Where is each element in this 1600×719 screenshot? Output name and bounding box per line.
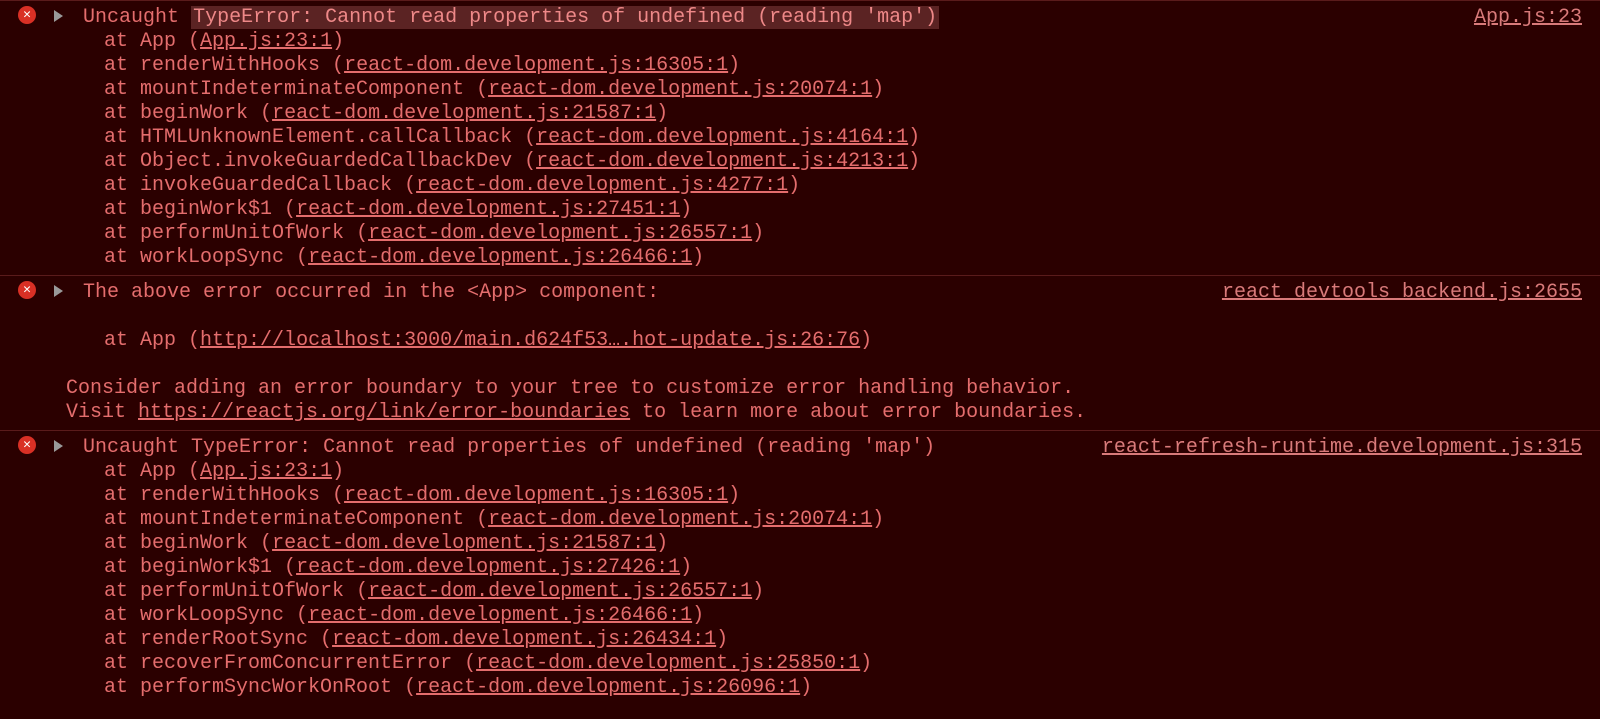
stack-location-link[interactable]: react-dom.development.js:4213:1 — [536, 150, 908, 173]
stack-location-link[interactable]: react-dom.development.js:26557:1 — [368, 222, 752, 245]
error-hint: Visit https://reactjs.org/link/error-bou… — [18, 401, 1582, 425]
stack-frame: at mountIndeterminateComponent (react-do… — [104, 78, 1582, 102]
stack-location-link[interactable]: react-dom.development.js:27426:1 — [296, 556, 680, 579]
stack-frame: at HTMLUnknownElement.callCallback (reac… — [104, 126, 1582, 150]
stack-trace: at App (App.js:23:1) at renderWithHooks … — [18, 30, 1582, 270]
stack-location-link[interactable]: react-dom.development.js:21587:1 — [272, 102, 656, 125]
stack-frame: at invokeGuardedCallback (react-dom.deve… — [104, 174, 1582, 198]
stack-location-link[interactable]: react-dom.development.js:26557:1 — [368, 580, 752, 603]
error-message: Uncaught TypeError: Cannot read properti… — [83, 436, 935, 459]
stack-location-link[interactable]: http://localhost:3000/main.d624f53….hot-… — [200, 329, 860, 352]
stack-frame: at App (App.js:23:1) — [104, 30, 1582, 54]
stack-frame: at renderWithHooks (react-dom.developmen… — [104, 54, 1582, 78]
stack-frame: at recoverFromConcurrentError (react-dom… — [104, 652, 1582, 676]
source-link[interactable]: react-refresh-runtime.development.js:315 — [1102, 436, 1582, 460]
stack-frame: at workLoopSync (react-dom.development.j… — [104, 604, 1582, 628]
console-error-entry: App.js:23 ✕ Uncaught TypeError: Cannot r… — [0, 0, 1600, 275]
error-icon: ✕ — [18, 281, 36, 299]
stack-frame: at beginWork (react-dom.development.js:2… — [104, 102, 1582, 126]
stack-frame: at performSyncWorkOnRoot (react-dom.deve… — [104, 676, 1582, 700]
stack-location-link[interactable]: react-dom.development.js:21587:1 — [272, 532, 656, 555]
stack-location-link[interactable]: react-dom.development.js:4164:1 — [536, 126, 908, 149]
error-message: Uncaught TypeError: Cannot read properti… — [83, 6, 939, 29]
stack-location-link[interactable]: react-dom.development.js:26434:1 — [332, 628, 716, 651]
stack-frame: at beginWork$1 (react-dom.development.js… — [104, 198, 1582, 222]
stack-location-link[interactable]: react-dom.development.js:16305:1 — [344, 54, 728, 77]
error-icon: ✕ — [18, 436, 36, 454]
stack-location-link[interactable]: react-dom.development.js:26466:1 — [308, 246, 692, 269]
stack-trace: at App (App.js:23:1) at renderWithHooks … — [18, 460, 1582, 700]
stack-frame: at beginWork$1 (react-dom.development.js… — [104, 556, 1582, 580]
disclosure-triangle-icon[interactable] — [54, 285, 63, 297]
stack-frame: at Object.invokeGuardedCallbackDev (reac… — [104, 150, 1582, 174]
error-hint: Consider adding an error boundary to you… — [18, 377, 1582, 401]
stack-location-link[interactable]: react-dom.development.js:20074:1 — [488, 508, 872, 531]
disclosure-triangle-icon[interactable] — [54, 10, 63, 22]
console-error-entry: react_devtools_backend.js:2655 ✕ The abo… — [0, 275, 1600, 430]
stack-frame: at App (App.js:23:1) — [104, 460, 1582, 484]
stack-frame: at renderRootSync (react-dom.development… — [104, 628, 1582, 652]
docs-link[interactable]: https://reactjs.org/link/error-boundarie… — [138, 401, 630, 424]
stack-location-link[interactable]: react-dom.development.js:4277:1 — [416, 174, 788, 197]
stack-location-link[interactable]: react-dom.development.js:27451:1 — [296, 198, 680, 221]
stack-frame: at performUnitOfWork (react-dom.developm… — [104, 580, 1582, 604]
stack-frame: at beginWork (react-dom.development.js:2… — [104, 532, 1582, 556]
error-message: The above error occurred in the <App> co… — [83, 281, 659, 304]
stack-frame: at renderWithHooks (react-dom.developmen… — [104, 484, 1582, 508]
console-error-entry: react-refresh-runtime.development.js:315… — [0, 430, 1600, 705]
stack-frame: at workLoopSync (react-dom.development.j… — [104, 246, 1582, 270]
stack-trace: at App (http://localhost:3000/main.d624f… — [18, 329, 1582, 353]
stack-location-link[interactable]: react-dom.development.js:20074:1 — [488, 78, 872, 101]
source-link[interactable]: App.js:23 — [1474, 6, 1582, 30]
source-link[interactable]: react_devtools_backend.js:2655 — [1222, 281, 1582, 305]
stack-location-link[interactable]: react-dom.development.js:26096:1 — [416, 676, 800, 699]
stack-frame: at App (http://localhost:3000/main.d624f… — [104, 329, 1582, 353]
stack-location-link[interactable]: react-dom.development.js:26466:1 — [308, 604, 692, 627]
stack-location-link[interactable]: App.js:23:1 — [200, 30, 332, 53]
disclosure-triangle-icon[interactable] — [54, 440, 63, 452]
error-icon: ✕ — [18, 6, 36, 24]
stack-location-link[interactable]: react-dom.development.js:25850:1 — [476, 652, 860, 675]
stack-frame: at mountIndeterminateComponent (react-do… — [104, 508, 1582, 532]
stack-location-link[interactable]: react-dom.development.js:16305:1 — [344, 484, 728, 507]
stack-frame: at performUnitOfWork (react-dom.developm… — [104, 222, 1582, 246]
stack-location-link[interactable]: App.js:23:1 — [200, 460, 332, 483]
